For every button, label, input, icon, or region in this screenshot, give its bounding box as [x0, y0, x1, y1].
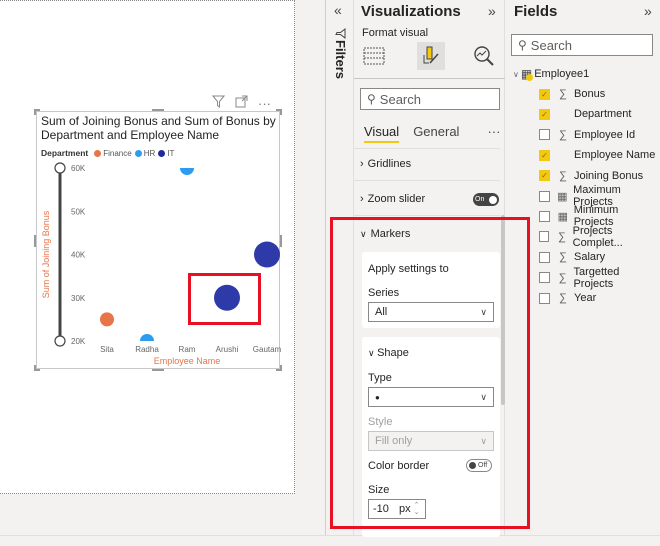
y-tick-label: 30K [71, 294, 86, 303]
field-checkbox[interactable] [539, 129, 550, 141]
field-item[interactable]: ▦ Maximum Projects [539, 184, 660, 208]
field-item[interactable]: ∑ Salary [539, 249, 605, 265]
sigma-icon: ∑ [559, 169, 567, 182]
fields-title: Fields [514, 3, 558, 20]
x-tick-label: Radha [135, 345, 159, 354]
search-icon: ⚲ [518, 38, 527, 52]
x-tick-label: Sita [100, 345, 114, 354]
more-options-icon[interactable]: ··· [487, 124, 500, 143]
field-item[interactable]: ∑ Employee Id [539, 127, 635, 143]
y-tick-label: 50K [71, 207, 86, 216]
visualizations-title: Visualizations [361, 3, 461, 20]
sigma-icon: ∑ [558, 271, 567, 284]
divider [354, 78, 506, 79]
x-tick-label: Gautam [253, 345, 281, 354]
more-options-icon[interactable]: ··· [258, 96, 271, 111]
highlight-box [188, 273, 261, 325]
zoom-slider-handle-bottom[interactable] [54, 335, 66, 347]
y-tick-label: 40K [71, 251, 86, 260]
x-axis-label: Employee Name [154, 356, 221, 366]
field-checkbox[interactable] [539, 190, 550, 202]
build-visual-icon[interactable] [360, 42, 388, 70]
visual-header: ··· [211, 95, 271, 111]
sigma-icon: ∑ [559, 251, 567, 264]
field-item[interactable]: ∑ Year [539, 290, 596, 306]
format-tabs: Visual General ··· [364, 124, 500, 143]
format-visual-icon[interactable] [417, 42, 445, 70]
sigma-icon: ∑ [559, 88, 567, 100]
field-item[interactable]: ✓ ∑ Bonus [539, 86, 605, 102]
x-tick-label: Ram [179, 345, 196, 354]
sigma-icon: ∑ [559, 292, 567, 304]
y-tick-label: 20K [71, 337, 86, 346]
field-checkbox[interactable]: ✓ [539, 149, 550, 161]
scatter-visual[interactable]: Sum of Joining Bonus and Sum of Bonus by… [34, 109, 282, 371]
resize-handle-bottom[interactable] [152, 369, 164, 371]
data-point-gautam[interactable] [254, 241, 280, 268]
sigma-icon: ∑ [558, 230, 566, 243]
zoom-slider-toggle[interactable]: On [473, 193, 499, 206]
chevron-right-icon: › [360, 193, 364, 205]
zoom-slider-handle-top[interactable] [54, 162, 66, 174]
chevron-down-icon: ∨ [513, 69, 519, 79]
field-item[interactable]: ✓ ∑ Joining Bonus [539, 168, 643, 184]
field-checkbox[interactable] [539, 272, 550, 284]
status-bar [0, 535, 660, 546]
filters-label[interactable]: Filters [333, 40, 348, 79]
field-checkbox[interactable] [539, 231, 550, 243]
calculator-icon: ▦ [557, 210, 568, 223]
field-label: Employee Name [574, 149, 656, 162]
fields-search-input[interactable]: ⚲ Search [511, 34, 653, 56]
report-canvas: ··· Sum of Joining Bonus and Sum of Bonu… [0, 0, 325, 508]
field-checkbox[interactable] [539, 292, 550, 304]
x-tick-label: Arushi [216, 345, 239, 354]
field-item[interactable]: ✓ Employee Name [539, 147, 655, 163]
resize-handle-top[interactable] [152, 109, 164, 111]
tab-general[interactable]: General [413, 124, 459, 143]
field-checkbox[interactable]: ✓ [539, 170, 550, 182]
field-item[interactable]: ✓ Department [539, 106, 631, 122]
field-item[interactable]: ▦ Minimum Projects [539, 204, 660, 228]
sigma-icon: ∑ [559, 128, 567, 141]
search-icon: ⚲ [367, 92, 376, 106]
format-visual-label: Format visual [362, 27, 429, 39]
focus-mode-icon[interactable] [235, 95, 248, 111]
field-label: Department [574, 108, 632, 121]
chart-plot: Sum of Joining Bonus 20K 30K 40K 50K 60K Sita R… [41, 161, 281, 366]
field-label: Salary [574, 251, 606, 264]
resize-handle-right[interactable] [280, 235, 282, 247]
table-icon: ▦ [521, 67, 533, 81]
field-label: Joining Bonus [574, 169, 644, 182]
gridlines-section[interactable]: › Gridlines [360, 158, 500, 170]
calculator-icon: ▦ [557, 190, 568, 203]
field-label: Bonus [574, 88, 606, 100]
data-point-sita[interactable] [100, 312, 114, 327]
expand-pane-icon[interactable]: » [488, 3, 496, 19]
field-label: Year [574, 292, 597, 304]
collapse-filters-icon[interactable]: « [334, 2, 342, 18]
field-checkbox[interactable]: ✓ [539, 108, 550, 120]
y-tick-label: 60K [71, 164, 86, 173]
field-checkbox[interactable] [539, 210, 550, 222]
y-axis-label: Sum of Joining Bonus [41, 210, 51, 298]
field-label: Employee Id [574, 128, 636, 141]
table-employee1[interactable]: ∨ ▦ Employee1 [513, 67, 589, 81]
expand-fields-icon[interactable]: » [644, 3, 652, 19]
resize-handle-left[interactable] [34, 235, 36, 247]
tab-visual[interactable]: Visual [364, 124, 400, 143]
chevron-right-icon: › [360, 158, 364, 170]
filter-icon[interactable] [211, 95, 226, 111]
format-search-input[interactable]: ⚲ Search [360, 88, 500, 110]
data-point-ram[interactable] [180, 161, 194, 175]
field-label: Targetted Projects [573, 265, 620, 290]
field-item[interactable]: ∑ Targetted Projects [539, 266, 660, 290]
field-checkbox[interactable]: ✓ [539, 88, 550, 100]
field-label: Projects Complet... [572, 224, 623, 249]
analytics-icon[interactable] [470, 42, 498, 70]
highlight-box [330, 217, 530, 529]
field-checkbox[interactable] [539, 251, 550, 263]
field-item[interactable]: ∑ Projects Complet... [539, 225, 660, 249]
